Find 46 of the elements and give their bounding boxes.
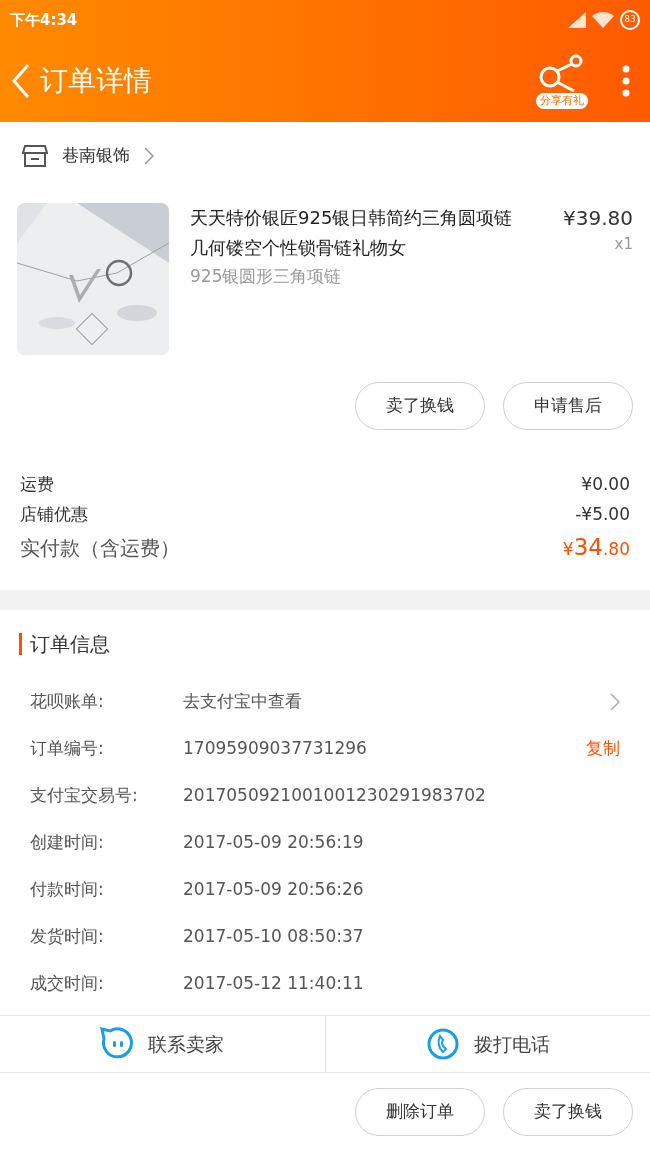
fee-label: 店铺优惠 [20,503,88,527]
section-title: 订单信息 [30,631,110,658]
info-label: 发货时间: [30,924,105,948]
total-integer: 34 [573,533,603,562]
fee-value: ¥0.00 [581,473,630,497]
info-value: 17095909037731296 [183,736,368,760]
info-label: 花呗账单: [30,689,105,713]
battery-indicator: 83 [620,10,640,30]
more-icon[interactable] [622,65,630,97]
chat-icon [100,1027,135,1061]
info-label: 成交时间: [30,971,105,995]
action-button[interactable]: 卖了换钱 [503,1088,633,1136]
info-value[interactable]: 去支付宝中查看 [183,688,610,715]
action-button[interactable]: 卖了换钱 [355,382,485,430]
phone-icon [425,1027,460,1061]
back-icon[interactable] [10,63,32,99]
page-title: 订单详情 [40,63,152,99]
total-decimal: .80 [602,538,630,561]
product-sku: 925银圆形三角项链 [190,265,343,288]
info-label: 付款时间: [30,877,105,901]
chevron-right-icon[interactable] [144,147,154,165]
product-price: ¥39.80 [563,205,633,232]
wifi-icon [592,12,614,28]
total-currency: ¥ [562,538,574,561]
info-label: 创建时间: [30,830,105,854]
chevron-right-icon[interactable] [610,692,620,711]
info-value: 2017050921001001230291983702 [183,783,487,807]
fee-label: 运费 [20,473,54,497]
action-button[interactable]: 申请售后 [503,382,633,430]
fee-value: -¥5.00 [575,503,630,527]
store-icon [22,144,48,168]
info-label: 订单编号: [30,736,105,760]
info-value: 2017-05-12 11:40:11 [183,971,365,995]
contact-button[interactable]: 联系卖家 [0,1016,325,1072]
total-label: 实付款（含运费） [20,535,180,562]
info-value: 2017-05-10 08:50:37 [183,924,365,948]
action-button[interactable]: 删除订单 [355,1088,485,1136]
product-title[interactable]: 天天特价银匠925银日韩简约三角圆项链几何镂空个性锁骨链礼物女 [190,203,520,263]
store-name[interactable]: 巷南银饰 [62,143,130,169]
product-quantity: x1 [614,234,633,255]
contact-button[interactable]: 拨打电话 [324,1016,650,1072]
info-label: 支付宝交易号: [30,783,139,807]
info-value: 2017-05-09 20:56:19 [183,830,365,854]
status-time: 下午4:34 [10,9,78,31]
info-value: 2017-05-09 20:56:26 [183,877,365,901]
signal-icon [568,12,586,28]
